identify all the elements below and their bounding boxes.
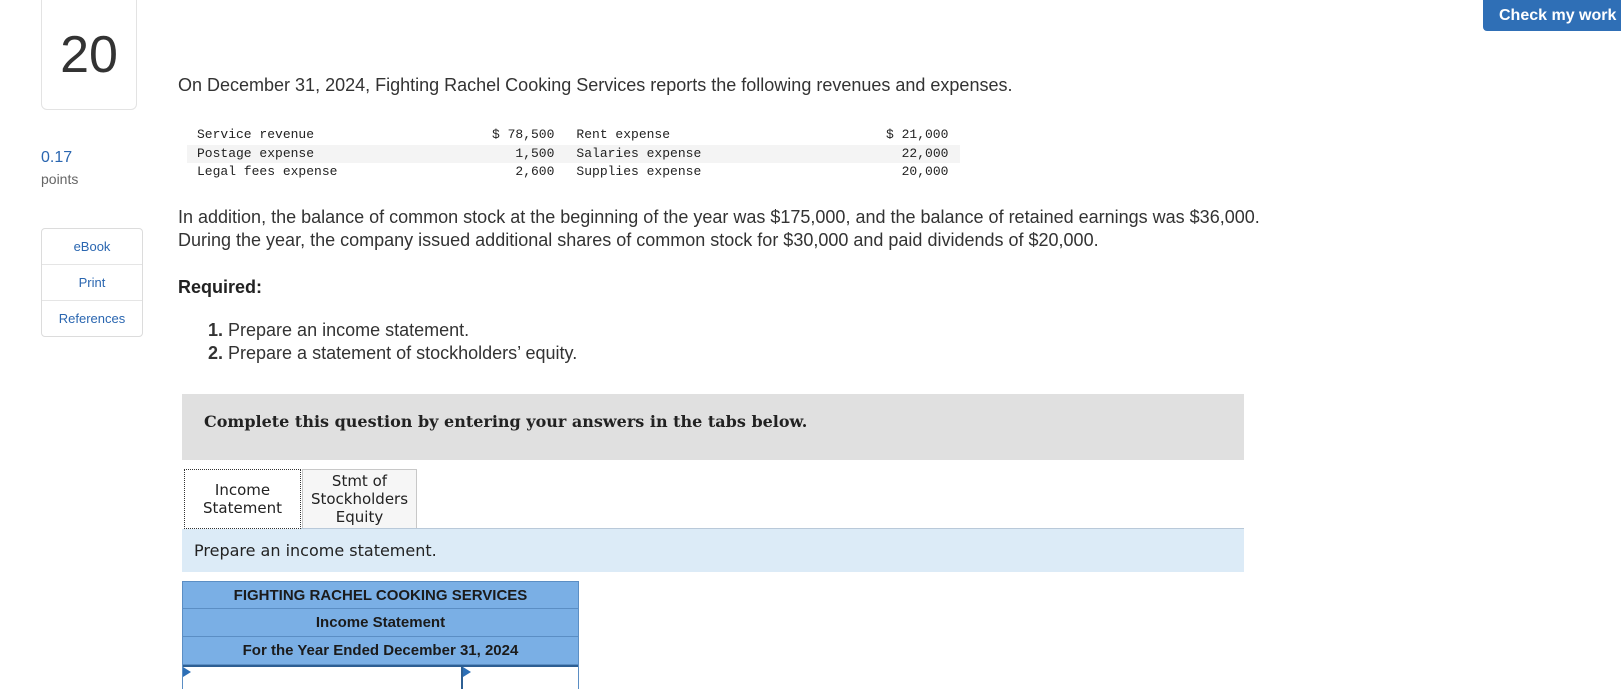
income-statement-form: FIGHTING RACHEL COOKING SERVICES Income …: [182, 581, 579, 689]
list-item: 1. Prepare an income statement.: [208, 319, 577, 342]
account-label: Legal fees expense: [197, 164, 338, 179]
complete-question-banner: Complete this question by entering your …: [182, 394, 1244, 460]
account-amount: $ 21,000: [886, 127, 949, 142]
table-row: Legal fees expense 2,600 Supplies expens…: [187, 163, 960, 182]
table-row: Postage expense 1,500 Salaries expense 2…: [187, 144, 961, 163]
tab-label-line: Stockholders: [310, 490, 409, 508]
points-label: points: [41, 171, 79, 187]
statement-title: Income Statement: [182, 609, 579, 637]
account-amount: 22,000: [808, 144, 961, 163]
question-intro: On December 31, 2024, Fighting Rachel Co…: [178, 75, 1013, 95]
print-link[interactable]: Print: [42, 265, 142, 301]
table-row: Service revenue $ 78,500 Rent expense $ …: [187, 126, 960, 145]
resource-links: eBook Print References: [41, 228, 143, 337]
input-marker-icon: [463, 667, 471, 677]
requirement-number: 2.: [208, 343, 224, 363]
requirements-list: 1. Prepare an income statement. 2. Prepa…: [208, 319, 577, 365]
check-my-work-button[interactable]: Check my work: [1483, 0, 1621, 31]
account-amount: 1,500: [488, 144, 567, 163]
tab-label-line: Stmt of: [331, 472, 388, 490]
references-link[interactable]: References: [42, 301, 142, 336]
amount-input[interactable]: [463, 665, 578, 689]
requirement-number: 1.: [208, 320, 224, 340]
tab-label-line: Equity: [335, 508, 384, 526]
account-amount: 20,000: [901, 164, 949, 179]
ebook-link[interactable]: eBook: [42, 229, 142, 265]
statement-period: For the Year Ended December 31, 2024: [182, 637, 579, 665]
dropdown-marker-icon: [183, 667, 191, 677]
account-label: Supplies expense: [576, 164, 702, 179]
tab-label-line: Statement: [203, 499, 282, 517]
account-label: Rent expense: [576, 127, 671, 142]
account-label: Service revenue: [197, 127, 315, 142]
points-value: 0.17: [41, 149, 73, 166]
account-amount: $ 78,500: [492, 127, 555, 142]
requirement-text: Prepare a statement of stockholders’ equ…: [223, 343, 578, 363]
list-item: 2. Prepare a statement of stockholders’ …: [208, 342, 577, 365]
requirement-text: Prepare an income statement.: [223, 320, 470, 340]
question-number: 20: [41, 0, 137, 110]
required-heading: Required:: [178, 277, 263, 297]
account-label: Salaries expense: [566, 144, 809, 163]
table-row: [182, 665, 579, 689]
tab-income-statement[interactable]: Income Statement: [184, 469, 301, 529]
tab-instruction: Prepare an income statement.: [182, 529, 1244, 572]
accounts-table: Service revenue $ 78,500 Rent expense $ …: [187, 126, 961, 182]
account-label: Postage expense: [187, 144, 488, 163]
account-dropdown[interactable]: [183, 665, 463, 689]
additional-info: In addition, the balance of common stock…: [178, 207, 1260, 250]
tab-stmt-stockholders-equity[interactable]: Stmt of Stockholders Equity: [302, 469, 417, 529]
tab-label-line: Income: [214, 481, 271, 499]
account-amount: 2,600: [515, 164, 555, 179]
statement-company: FIGHTING RACHEL COOKING SERVICES: [182, 581, 579, 609]
